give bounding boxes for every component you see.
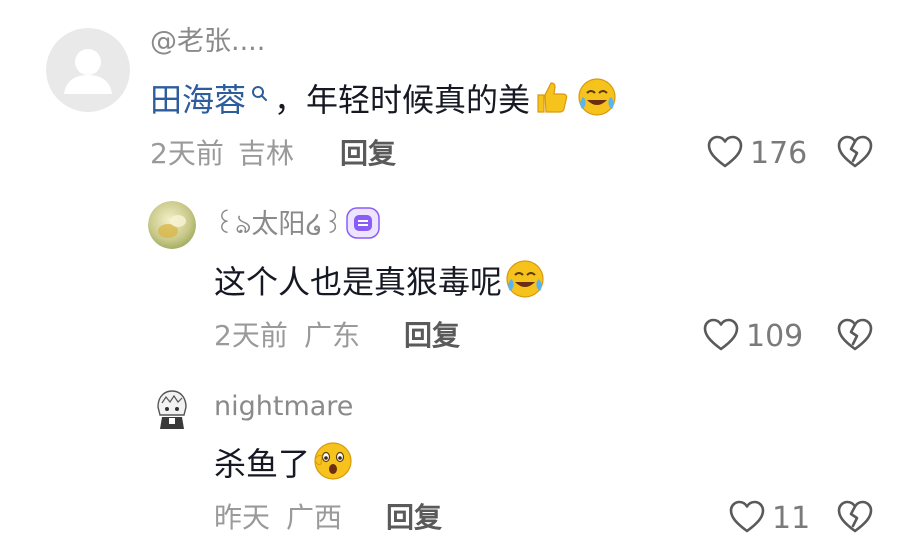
reply-time: 2天前 — [214, 319, 288, 352]
thumbs-up-emoji-icon — [532, 78, 570, 121]
shocked-emoji-icon — [312, 440, 354, 487]
crying-laughing-emoji-icon — [576, 76, 618, 123]
like-count: 11 — [772, 501, 811, 536]
comment-username[interactable]: @老张.... — [150, 28, 265, 55]
reply-button[interactable]: 回复 — [340, 140, 396, 168]
heart-icon — [702, 317, 740, 357]
like-count: 176 — [750, 136, 808, 171]
heart-icon — [706, 134, 744, 174]
heart-icon — [728, 499, 766, 539]
reply-username[interactable]: ꒰ঌ太阳໒꒱ — [214, 211, 344, 238]
reply-button[interactable]: 回复 — [404, 322, 460, 350]
comment-time: 2天前 — [150, 137, 224, 170]
comment-text: 田海蓉 ，年轻时候真的美 — [150, 76, 618, 123]
dislike-button[interactable] — [836, 499, 874, 539]
avatar[interactable] — [148, 385, 196, 433]
broken-heart-icon — [837, 500, 873, 533]
reply-location: 广西 — [286, 501, 343, 534]
dislike-button[interactable] — [836, 134, 874, 174]
broken-heart-icon — [837, 318, 873, 351]
avatar[interactable] — [148, 201, 196, 249]
reply-body: 这个人也是真狠毒呢 — [214, 262, 503, 301]
reply-time: 昨天 — [214, 501, 271, 534]
dislike-button[interactable] — [836, 317, 874, 357]
comment-body: ，年轻时候真的美 — [274, 80, 531, 119]
like-button[interactable]: 11 — [728, 499, 810, 539]
like-button[interactable]: 109 — [702, 317, 803, 357]
reply-location: 广东 — [304, 319, 361, 352]
avatar-default[interactable] — [46, 28, 130, 112]
like-count: 109 — [746, 319, 804, 354]
reply-username[interactable]: nightmare — [214, 393, 353, 420]
mention-link[interactable]: 田海蓉 — [150, 84, 246, 116]
broken-heart-icon — [837, 135, 873, 168]
fan-badge-icon — [346, 207, 380, 243]
like-button[interactable]: 176 — [706, 134, 807, 174]
reply-body: 杀鱼了 — [214, 444, 311, 483]
reply-text: 这个人也是真狠毒呢 — [214, 258, 546, 305]
search-icon[interactable] — [250, 82, 270, 117]
reply-button[interactable]: 回复 — [386, 504, 442, 532]
crying-laughing-emoji-icon — [504, 258, 546, 305]
comment-location: 吉林 — [238, 137, 295, 170]
reply-text: 杀鱼了 — [214, 440, 354, 487]
